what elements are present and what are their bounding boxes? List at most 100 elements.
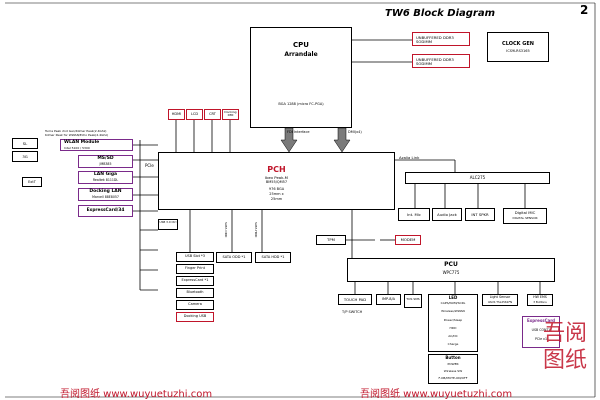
- digital-mic-box: Digital MIC DIGITAL SENSOR: [503, 208, 547, 224]
- expresscard-usb-label: ExpressCard *1: [181, 278, 209, 282]
- docking-dmi-box: Docking DMI: [222, 109, 239, 120]
- sata-hdd-box: SATA HDD *1: [255, 252, 291, 263]
- digital-mic-sub: DIGITAL SENSOR: [512, 216, 538, 220]
- dimm-slot-2: UNBUFFERED DDR3 SODIMM: [412, 54, 470, 68]
- ms-sd-block: MS/SD JMB385: [78, 155, 133, 168]
- usb-slot-box: USB Slot *3: [176, 252, 214, 262]
- docking-lan-block: Docking LAN Marvell 88E8057: [78, 188, 133, 201]
- button-block: Button POWER Wireless SW F-KB/MUTE-ON/OF…: [428, 354, 478, 384]
- crt-label: CRT: [209, 112, 216, 116]
- dmi-label: DMI(x4): [348, 130, 362, 134]
- seal-char-3: 图: [542, 348, 565, 373]
- pch-line2: BM55/QM57: [265, 180, 288, 184]
- tp-switch-label: T/P SWITCH: [342, 310, 363, 314]
- expresscard-34-name: ExpressCard/34: [86, 208, 125, 213]
- led-line-1: CAPS/NUM/SCRL: [440, 301, 466, 305]
- tpm-label: TPM: [327, 237, 335, 242]
- dimm-2-label: UNBUFFERED DDR3 SODIMM: [416, 57, 454, 67]
- seal-char-2: 阅: [565, 321, 588, 346]
- seal-stamp: 吾阅 图纸: [534, 320, 596, 382]
- modem-box: MODEM: [395, 235, 421, 245]
- alc275-label: ALC275: [469, 175, 486, 180]
- button-line-1: POWER: [447, 362, 459, 366]
- hdmi-box: HDMI: [168, 109, 185, 120]
- azalia-label: Azalia Link: [399, 155, 420, 160]
- bluetooth-box: Bluetooth: [176, 288, 214, 298]
- expresscard-34-block: ExpressCard/34: [78, 205, 133, 217]
- int-mic-label: Int. Mic: [407, 212, 421, 217]
- pcu-subtitle: WPC775: [442, 270, 460, 275]
- int-spkr-box: INT SPKR: [465, 208, 495, 221]
- diagram-title: TW6 Block Diagram: [385, 8, 496, 19]
- clock-label: CLOCK GEN: [502, 41, 534, 47]
- docking-lan-sub: Marvell 88E8057: [92, 195, 119, 199]
- button-line-3: F-KB/MUTE-ON/OFF: [438, 376, 468, 380]
- button-line-2: Wireless SW: [443, 369, 463, 373]
- pch-block: PCH Ibex Peak-M BM55/QM57 976 BGA 25mm x…: [158, 152, 395, 210]
- crt-box: CRT: [204, 109, 221, 120]
- pch-title: PCH: [267, 165, 286, 174]
- finger-print-label: Finger Print: [185, 266, 205, 270]
- pcie-label: PCIe: [145, 163, 154, 168]
- light-sensor-sub: VAOS TSL2561FN: [487, 300, 513, 304]
- led-line-5: AC/DC: [448, 334, 458, 338]
- sl-label: SL: [22, 141, 28, 146]
- int-spkr-label: INT SPKR: [471, 212, 489, 217]
- cpu-subtitle: Arrandale: [284, 51, 318, 58]
- hw-ems-box: HW EMS 3 Buttons: [527, 294, 553, 306]
- sata-odd-box: SATA ODD *1: [216, 252, 252, 263]
- cpu-title: CPU: [293, 41, 309, 49]
- camera-label: Camera: [188, 302, 202, 306]
- lan-giga-sub: Realtek 8111DL: [92, 178, 119, 182]
- int-mic-box: Int. Mic: [398, 208, 430, 221]
- usb-slot-label: USB Slot *3: [184, 254, 206, 258]
- pcu-title: PCU: [444, 261, 458, 268]
- tos-sms-box: TOS SMS: [404, 294, 422, 308]
- seal-char-4: 纸: [565, 348, 588, 373]
- audio-jack-label: Audio Jack: [437, 212, 457, 217]
- tos-sms-label: TOS SMS: [406, 297, 420, 301]
- 3g-label: 3G: [22, 154, 28, 159]
- wlan-module: WLAN Module Intel 5100 / 5300: [60, 139, 133, 151]
- sata-hdd-label: SATA HDD *1: [261, 255, 285, 259]
- lcd-label: LCD: [190, 112, 199, 116]
- camera-box: Camera: [176, 300, 214, 310]
- hw-ems-sub: 3 Buttons: [533, 300, 547, 304]
- usb3-ctrl-label: USB 3.0 Ctrl: [159, 220, 177, 224]
- tpm-box: TPM: [316, 235, 346, 245]
- clock-sub: ICS9LRS3165: [506, 49, 530, 53]
- bluetooth-label: Bluetooth: [186, 290, 204, 294]
- digital-mic-label: Digital MIC: [514, 210, 536, 215]
- led-box: LED CAPS/NUM/SCRL Wireless/WWAN Power/Sl…: [428, 294, 478, 352]
- led-line-4: HDD: [449, 326, 457, 330]
- touch-pad-label: TOUCH PAD: [343, 297, 367, 302]
- usb3-ctrl-box: USB 3.0 Ctrl: [158, 219, 178, 230]
- lan-giga-block: LAN Giga Realtek 8111DL: [78, 171, 133, 184]
- expresscard-usb-box: ExpressCard *1: [176, 276, 214, 286]
- imp-box: IMP-8/A: [376, 294, 401, 305]
- dimm-1-label: UNBUFFERED DDR3 SODIMM: [416, 35, 454, 45]
- led-title: LED: [448, 295, 458, 300]
- alc275-block: ALC275: [405, 172, 550, 184]
- left-small-box-ext: ExtT: [22, 177, 42, 187]
- docking-dmi-label: Docking DMI: [224, 110, 237, 118]
- led-line-2: Wireless/WWAN: [441, 309, 465, 313]
- sata-hdd-vlabel: SATA HDD: [254, 222, 258, 238]
- clock-gen-block: CLOCK GEN ICS9LRS3165: [487, 32, 549, 62]
- led-line-6: Charge: [447, 342, 459, 346]
- pcu-block: PCU WPC775: [347, 258, 555, 282]
- cpu-package: BGA 1288 (micro FC-PGA): [278, 102, 324, 106]
- docking-usb-label: Docking USB: [183, 314, 207, 318]
- audio-jack-box: Audio Jack: [432, 208, 462, 221]
- led-line-3: Power/Sleep: [443, 318, 463, 322]
- light-sensor-box: Light Sensor VAOS TSL2561FN: [482, 294, 518, 306]
- button-title: Button: [445, 355, 461, 360]
- lcd-box: LCD: [186, 109, 203, 120]
- fdi-label: FDI Interface: [287, 130, 310, 134]
- page-number: 2: [580, 3, 589, 17]
- left-small-box-3g: 3G: [12, 151, 38, 162]
- sata-odd-vlabel: SATA ODD: [224, 222, 228, 238]
- cpu-block: CPU Arrandale BGA 1288 (micro FC-PGA): [250, 27, 352, 128]
- left-note: Tuma Peak 2nd Gen/Kilmer Peak(2.4Ghz) Ki…: [45, 129, 109, 137]
- imp-label: IMP-8/A: [381, 297, 396, 301]
